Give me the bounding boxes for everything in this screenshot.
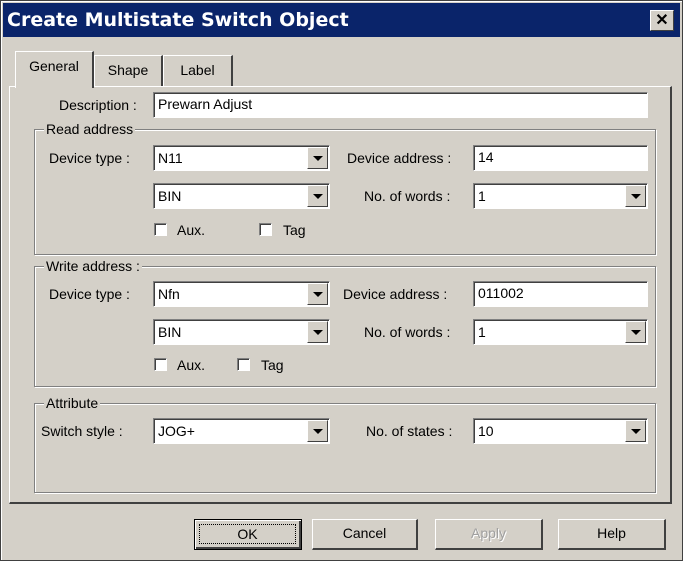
ok-button[interactable]: OK: [194, 519, 302, 550]
apply-button: Apply: [435, 519, 543, 550]
cancel-label: Cancel: [342, 525, 387, 541]
help-button[interactable]: Help: [558, 519, 666, 550]
tab-shape-label: Shape: [107, 62, 149, 78]
title-bar: Create Multistate Switch Object ✕: [3, 3, 680, 37]
help-label: Help: [597, 525, 626, 541]
tab-panel-general: [9, 86, 672, 504]
ok-focus-rect: OK: [199, 524, 296, 544]
ok-label: OK: [237, 526, 258, 542]
dialog-window: Create Multistate Switch Object ✕ Genera…: [0, 0, 683, 561]
tab-label[interactable]: Label: [163, 55, 233, 86]
tab-shape[interactable]: Shape: [94, 55, 163, 86]
apply-label: Apply: [470, 525, 507, 541]
tab-general[interactable]: General: [15, 51, 94, 88]
tab-general-label: General: [29, 58, 79, 74]
window-title: Create Multistate Switch Object: [7, 9, 349, 31]
cancel-button[interactable]: Cancel: [312, 519, 418, 550]
close-button[interactable]: ✕: [650, 10, 674, 31]
close-icon: ✕: [655, 12, 669, 29]
tab-label-label: Label: [180, 62, 215, 78]
